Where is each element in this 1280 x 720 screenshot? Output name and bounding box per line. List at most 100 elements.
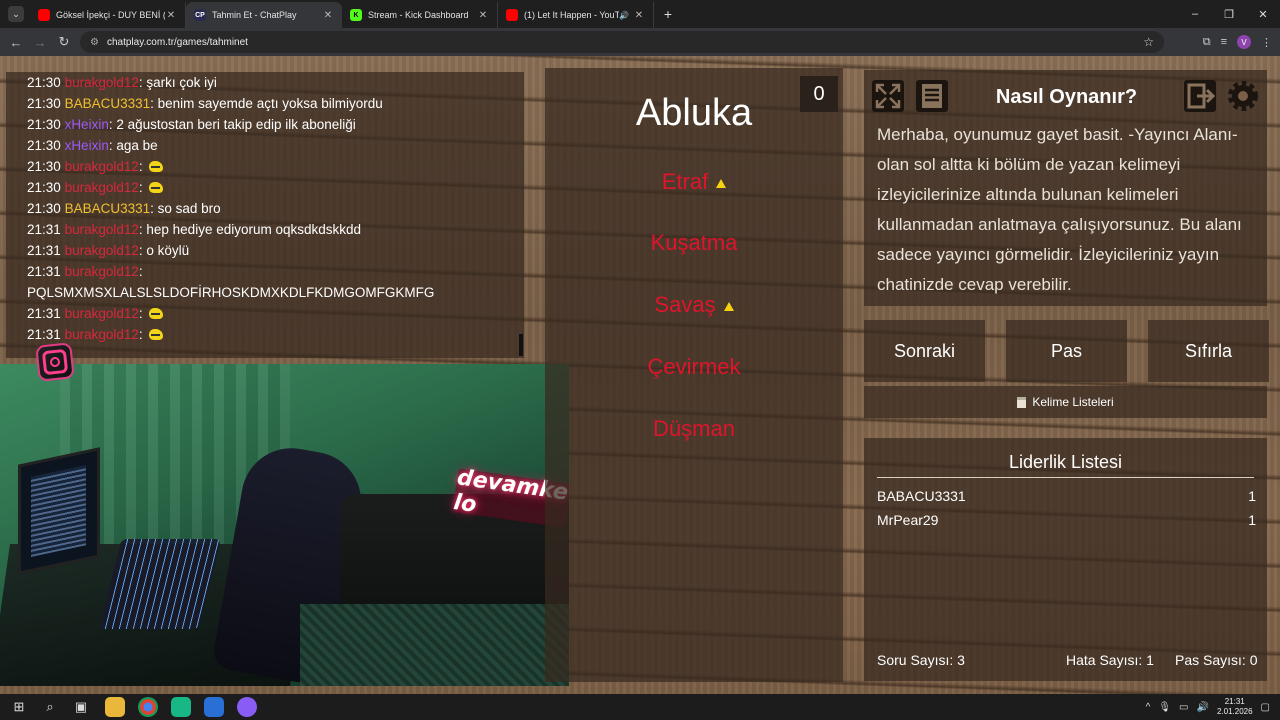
chat-message: 21:31 burakgold12:: [27, 324, 524, 345]
restore-icon[interactable]: ❐: [1212, 0, 1246, 28]
target-word: Abluka: [635, 92, 753, 134]
chat-scrollbar[interactable]: [519, 334, 523, 356]
chat-message: 21:30 burakgold12:: [27, 177, 524, 198]
reload-icon[interactable]: ↻: [52, 34, 76, 50]
word-card: 0 Abluka Etraf Kuşatma Savaş Çevirmek Düşman: [545, 68, 843, 682]
tab-title: (1) Let It Happen - YouTube: [524, 10, 620, 20]
reset-button[interactable]: Sıfırla: [1148, 320, 1269, 382]
chat-emote-icon: [149, 182, 164, 193]
chat-message: 21:31 burakgold12: hep hediye ediyorum o…: [27, 222, 362, 237]
clipboard-icon: [1017, 396, 1027, 408]
pass-count: Pas Sayısı: 0: [1175, 652, 1258, 668]
pass-button[interactable]: Pas: [1006, 320, 1127, 382]
chat-username[interactable]: xHeixin: [65, 117, 109, 132]
chat-username[interactable]: BABACU3331: [65, 96, 151, 111]
chrome-icon[interactable]: [138, 697, 158, 717]
next-button[interactable]: Sonraki: [864, 320, 985, 382]
warning-icon: [716, 179, 727, 188]
chat-username[interactable]: burakgold12: [65, 180, 139, 195]
chat-username[interactable]: burakgold12: [65, 327, 139, 342]
browser-tab[interactable]: (1) Let It Happen - YouTube🔊 ✕: [498, 2, 654, 28]
leaderboard-row: BABACU3331 1: [877, 488, 1256, 504]
word-lists-label: Kelime Listeleri: [1032, 395, 1114, 409]
close-tab-icon[interactable]: ✕: [322, 10, 334, 21]
new-tab-button[interactable]: +: [658, 6, 678, 22]
chat-emote-icon: [149, 329, 164, 340]
chat-message: 21:31 burakgold12:: [27, 264, 143, 279]
chat-emote-icon: [149, 308, 164, 319]
tab-search-button[interactable]: ⌄: [8, 6, 24, 22]
search-icon[interactable]: ⌕: [39, 696, 61, 718]
player-name: MrPear29: [877, 512, 939, 528]
how-to-play-text: Merhaba, oyunumuz gayet basit. -Yayıncı …: [877, 125, 1242, 294]
chat-username[interactable]: BABACU3331: [65, 201, 151, 216]
settings-gear-icon[interactable]: [1225, 78, 1261, 114]
fullscreen-icon[interactable]: [870, 78, 906, 114]
chat-message: 21:30 BABACU3331: so sad bro: [27, 201, 221, 216]
close-tab-icon[interactable]: ✕: [477, 10, 489, 21]
notes-icon[interactable]: [914, 78, 950, 114]
minimize-icon[interactable]: –: [1178, 0, 1212, 28]
logout-icon[interactable]: [1182, 78, 1218, 114]
how-to-play-panel: Nasıl Oynanır? Merhaba, oyunumuz gayet b…: [864, 70, 1267, 306]
instagram-icon: [35, 342, 75, 382]
media-controls-icon[interactable]: ≡: [1221, 36, 1227, 48]
chat-panel: 21:30 burakgold12: şarkı çok iyi 21:30 BA…: [6, 72, 524, 358]
clock[interactable]: 21:31 2.01.2026: [1217, 697, 1253, 717]
chat-timestamp: 21:31: [27, 306, 61, 321]
windows-start-icon[interactable]: ⊞: [8, 696, 30, 718]
close-window-icon[interactable]: ✕: [1246, 0, 1280, 28]
browser-tab[interactable]: CP Tahmin Et - ChatPlay ✕: [186, 2, 342, 28]
chat-message: 21:30 BABACU3331: benim sayemde açtı yok…: [27, 96, 383, 111]
taboo-word-text: Savaş: [654, 292, 716, 317]
obs-icon[interactable]: [237, 697, 257, 717]
word-lists-button[interactable]: Kelime Listeleri: [864, 386, 1267, 418]
volume-icon[interactable]: 🔊: [1197, 702, 1209, 713]
steam-icon[interactable]: [204, 697, 224, 717]
chat-text: PQLSMXMSXLALSLSLDOFİRHOSKDMXKDLFKDMGOMFG…: [27, 285, 435, 300]
task-view-icon[interactable]: ▣: [70, 696, 92, 718]
player-name: BABACU3331: [877, 488, 966, 504]
profile-avatar[interactable]: V: [1237, 35, 1251, 49]
forward-icon[interactable]: →: [28, 35, 52, 50]
chat-username[interactable]: burakgold12: [65, 306, 139, 321]
rug: [300, 604, 569, 686]
chat-message: PQLSMXMSXLALSLSLDOFİRHOSKDMXKDLFKDMGOMFG…: [27, 282, 524, 303]
chat-message: 21:31 burakgold12: o köylü: [27, 243, 190, 258]
notifications-icon[interactable]: ▢: [1261, 702, 1270, 713]
chat-timestamp: 21:31: [27, 327, 61, 342]
streaming-app-icon[interactable]: [171, 697, 191, 717]
close-tab-icon[interactable]: ✕: [165, 10, 177, 21]
network-icon[interactable]: ▭: [1179, 702, 1188, 713]
site-info-icon[interactable]: ⚙: [90, 37, 99, 48]
leaderboard-panel: Liderlik Listesi BABACU3331 1 MrPear29 1 So…: [864, 438, 1267, 681]
chat-timestamp: 21:30: [27, 96, 61, 111]
chat-text: hep hediye ediyorum oqksdkdskkdd: [146, 222, 362, 237]
chat-username[interactable]: xHeixin: [65, 138, 109, 153]
chat-timestamp: 21:30: [27, 201, 61, 216]
taboo-word: Çevirmek: [545, 354, 843, 380]
chat-username[interactable]: burakgold12: [65, 159, 139, 174]
chat-message: 21:30 burakgold12: şarkı çok iyi: [27, 75, 217, 90]
chat-text: şarkı çok iyi: [146, 75, 217, 90]
chat-username[interactable]: burakgold12: [65, 243, 139, 258]
chat-username[interactable]: burakgold12: [65, 75, 139, 90]
tab-audio-icon[interactable]: 🔊: [619, 11, 629, 20]
file-explorer-icon[interactable]: [105, 697, 125, 717]
browser-tab[interactable]: Göksel İpekçi - DUY BENİ (Offic✕: [30, 2, 186, 28]
url-input[interactable]: ⚙ chatplay.com.tr/games/tahminet ☆: [80, 31, 1164, 53]
chat-text: 2 ağustostan beri takip edip ilk aboneli…: [116, 117, 356, 132]
chat-timestamp: 21:30: [27, 117, 61, 132]
extensions-icon[interactable]: ⧉: [1203, 36, 1211, 49]
tray-overflow-icon[interactable]: ^: [1146, 702, 1151, 713]
chat-username[interactable]: burakgold12: [65, 222, 139, 237]
bookmark-star-icon[interactable]: ☆: [1143, 35, 1154, 49]
close-tab-icon[interactable]: ✕: [633, 10, 645, 21]
browser-menu-icon[interactable]: ⋮: [1261, 36, 1272, 49]
microphone-icon[interactable]: 🎙: [1158, 702, 1171, 713]
browser-tab[interactable]: K Stream - Kick Dashboard ✕: [342, 2, 498, 28]
back-icon[interactable]: ←: [4, 35, 28, 50]
tab-title: Göksel İpekçi - DUY BENİ (Offic: [56, 10, 165, 20]
chat-username[interactable]: burakgold12: [65, 264, 139, 279]
address-bar: ← → ↻ ⚙ chatplay.com.tr/games/tahminet ☆…: [0, 28, 1280, 56]
